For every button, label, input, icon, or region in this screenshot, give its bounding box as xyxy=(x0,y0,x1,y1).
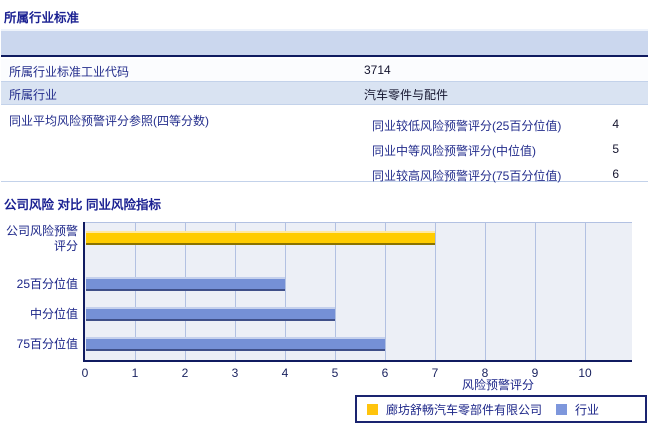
chart-tick-label: 0 xyxy=(81,366,89,380)
legend-item-company: 廊坊舒畅汽车零部件有限公司 xyxy=(367,401,542,418)
chart-tick-label: 3 xyxy=(231,366,239,380)
chart-tick-label: 7 xyxy=(431,366,439,380)
chart-gridline xyxy=(535,223,536,362)
chart-category-label: 75百分位值 xyxy=(16,337,78,351)
chart-category-label: 中分位值 xyxy=(29,307,78,321)
chart-tick-label: 4 xyxy=(281,366,289,380)
section-title-industry-standard: 所属行业标准 xyxy=(4,11,80,25)
row-label-sic-code: 所属行业标准工业代码 xyxy=(9,65,130,79)
table-header-band xyxy=(1,29,648,57)
legend-label: 廊坊舒畅汽车零部件有限公司 xyxy=(386,402,543,417)
quartile-subrow: 同业中等风险预警评分(中位值) 5 xyxy=(1,136,648,161)
chart-gridline xyxy=(485,223,486,362)
chart-tick-label: 1 xyxy=(131,366,139,380)
legend-swatch-industry xyxy=(556,403,568,415)
table-row-quartiles: 同业平均风险预警评分参照(四等分数) 同业较低风险预警评分(25百分位值) 4 … xyxy=(1,105,648,183)
table-row: 所属行业标准工业代码 3714 xyxy=(1,59,648,82)
chart-tick-label: 5 xyxy=(331,366,339,380)
chart-bar-industry xyxy=(86,307,335,321)
chart-bar-industry xyxy=(86,337,385,351)
chart-legend: 廊坊舒畅汽车零部件有限公司 行业 xyxy=(355,395,647,423)
legend-item-industry: 行业 xyxy=(556,401,599,418)
row-value-industry: 汽车零件与配件 xyxy=(364,88,449,102)
section-title-risk-comparison: 公司风险 对比 同业风险指标 xyxy=(4,198,161,212)
legend-swatch-company xyxy=(367,403,378,415)
chart-gridline xyxy=(585,223,586,362)
subrow-value-75th: 6 xyxy=(612,167,619,181)
subrow-label-25th: 同业较低风险预警评分(25百分位值) xyxy=(372,119,562,133)
table-row: 所属行业 汽车零件与配件 xyxy=(1,82,648,105)
chart-y-axis-line xyxy=(83,222,85,362)
report-page: 所属行业标准 所属行业标准工业代码 3714 所属行业 汽车零件与配件 同业平均… xyxy=(0,0,653,434)
chart-tick-label: 2 xyxy=(181,366,189,380)
row-value-sic-code: 3714 xyxy=(364,63,391,77)
subrow-value-25th: 4 xyxy=(612,117,619,131)
quartile-subrow: 同业较低风险预警评分(25百分位值) 4 xyxy=(1,111,648,136)
chart-gridline xyxy=(435,223,436,362)
chart-x-axis-line xyxy=(83,360,632,362)
chart-category-label: 公司风险预警评分 xyxy=(5,224,78,253)
chart-category-label: 25百分位值 xyxy=(16,277,78,291)
chart-x-axis-title: 风险预警评分 xyxy=(462,378,535,392)
subrow-label-median: 同业中等风险预警评分(中位值) xyxy=(372,144,536,158)
subrow-label-75th: 同业较高风险预警评分(75百分位值) xyxy=(372,169,562,183)
legend-label: 行业 xyxy=(575,402,600,417)
chart-bar-company xyxy=(86,231,435,245)
chart-tick-label: 10 xyxy=(578,366,592,380)
row-label-industry: 所属行业 xyxy=(9,88,58,102)
subrow-value-median: 5 xyxy=(612,142,619,156)
quartile-subrow: 同业较高风险预警评分(75百分位值) 6 xyxy=(1,161,648,186)
chart-bar-industry xyxy=(86,277,285,291)
chart-tick-label: 6 xyxy=(381,366,389,380)
